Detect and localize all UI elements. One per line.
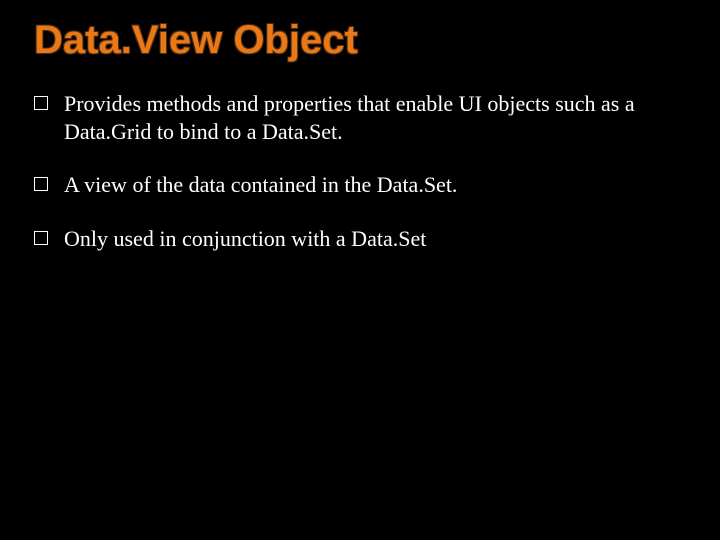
bullet-text: Only used in conjunction with a Data.Set [64, 225, 664, 253]
slide: Data.View Object Provides methods and pr… [0, 0, 720, 540]
square-bullet-icon [34, 231, 48, 245]
square-bullet-icon [34, 96, 48, 110]
list-item: Only used in conjunction with a Data.Set [34, 225, 686, 253]
slide-title: Data.View Object [34, 18, 686, 62]
square-bullet-icon [34, 177, 48, 191]
bullet-text: Provides methods and properties that ena… [64, 90, 664, 145]
list-item: A view of the data contained in the Data… [34, 171, 686, 199]
list-item: Provides methods and properties that ena… [34, 90, 686, 145]
bullet-text: A view of the data contained in the Data… [64, 171, 664, 199]
bullet-list: Provides methods and properties that ena… [34, 90, 686, 252]
